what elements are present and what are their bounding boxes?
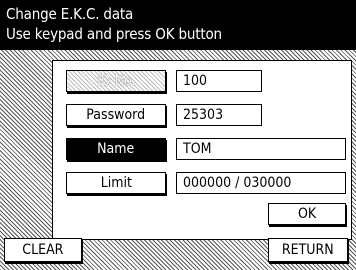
- name-field[interactable]: TOM: [176, 138, 346, 160]
- name-value: TOM: [183, 141, 212, 157]
- limit-value: 000000 / 030000: [183, 175, 292, 191]
- limit-button[interactable]: Limit: [66, 172, 166, 194]
- id-no-value: 100: [183, 73, 208, 89]
- name-button[interactable]: Name: [66, 138, 166, 160]
- password-label: Password: [86, 107, 146, 123]
- id-no-button: ID No.: [66, 70, 166, 92]
- clear-button[interactable]: CLEAR: [4, 238, 82, 262]
- header-bar: Change E.K.C. data Use keypad and press …: [0, 0, 356, 50]
- password-button[interactable]: Password: [66, 104, 166, 126]
- password-field[interactable]: 25303: [176, 104, 262, 126]
- limit-label: Limit: [100, 175, 132, 191]
- return-label: RETURN: [282, 242, 334, 258]
- screen: Change E.K.C. data Use keypad and press …: [0, 0, 356, 270]
- instruction-text: Use keypad and press OK button: [6, 25, 222, 43]
- password-value: 25303: [183, 107, 224, 123]
- clear-label: CLEAR: [22, 242, 64, 258]
- name-label: Name: [97, 141, 135, 157]
- ok-button[interactable]: OK: [268, 203, 346, 225]
- limit-field[interactable]: 000000 / 030000: [176, 172, 346, 194]
- return-button[interactable]: RETURN: [268, 238, 348, 262]
- id-no-field: 100: [176, 70, 262, 92]
- ok-label: OK: [297, 206, 317, 222]
- screen-title: Change E.K.C. data: [6, 5, 134, 23]
- id-no-label: ID No.: [96, 73, 136, 89]
